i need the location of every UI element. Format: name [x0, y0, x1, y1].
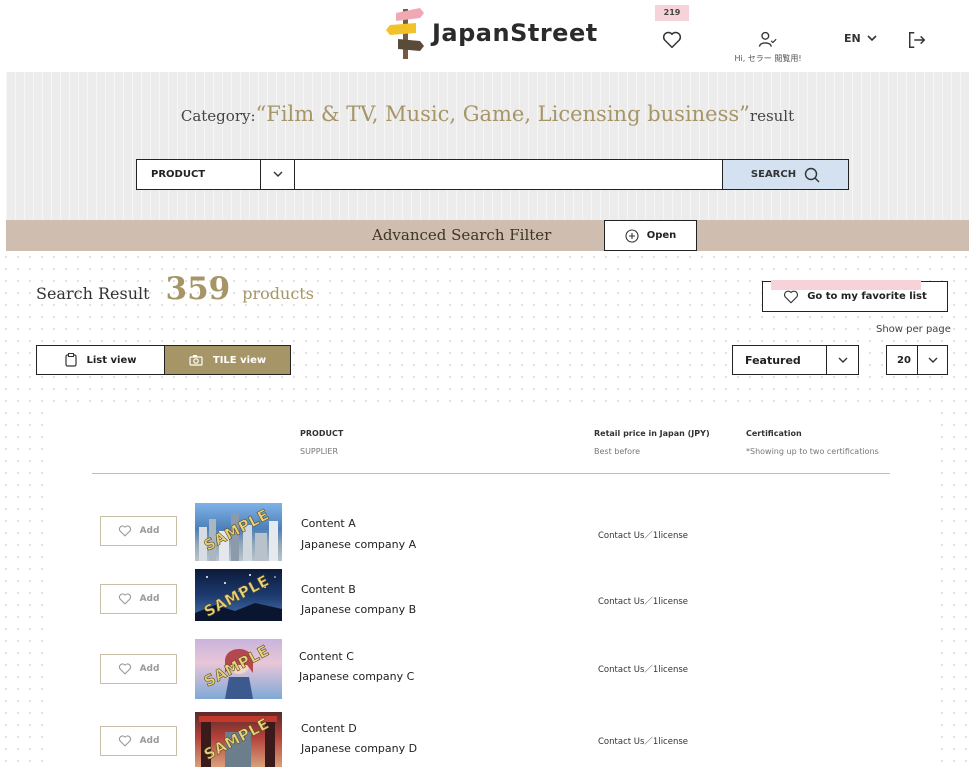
- product-price: Contact Us／1license: [598, 665, 689, 675]
- camera-icon: [189, 355, 203, 366]
- header-divider: [92, 473, 890, 474]
- per-page-select[interactable]: 20: [886, 345, 948, 375]
- column-header-price: Retail price in Japan (JPY): [594, 429, 710, 438]
- advanced-filter-open-label: Open: [646, 230, 677, 241]
- brand-name: JapanStreet: [432, 19, 598, 47]
- column-header-best-before: Best before: [594, 447, 641, 456]
- product-thumbnail[interactable]: SAMPLE: [195, 639, 282, 699]
- go-to-favorite-list-button[interactable]: Go to my favorite list: [762, 280, 948, 312]
- signpost-icon: [386, 8, 424, 59]
- product-name[interactable]: Content D: [301, 722, 357, 735]
- heart-icon: [118, 663, 131, 675]
- heart-icon: [118, 593, 131, 605]
- sort-select[interactable]: Featured: [732, 345, 859, 375]
- add-to-favorites-button[interactable]: Add: [100, 584, 177, 614]
- favorites-count-badge: 219: [655, 5, 689, 21]
- user-check-icon: [758, 31, 777, 47]
- advanced-filter-bar: Advanced Search Filter Open: [6, 220, 969, 251]
- heart-icon: [662, 31, 682, 49]
- add-label: Add: [139, 664, 160, 674]
- search-type-select[interactable]: PRODUCT: [137, 160, 295, 189]
- chevron-down-icon: [273, 171, 282, 177]
- column-header-certification-note: *Showing up to two certifications: [746, 447, 879, 456]
- tile-view-label: TILE view: [212, 354, 267, 366]
- product-supplier: Japanese company A: [301, 538, 417, 551]
- product-table: PRODUCT SUPPLIER Retail price in Japan (…: [46, 407, 934, 767]
- add-label: Add: [139, 594, 160, 604]
- sort-dropdown-toggle[interactable]: [826, 346, 858, 374]
- add-to-favorites-button[interactable]: Add: [100, 516, 177, 546]
- results-section: Search Result 359 products Go to my favo…: [0, 251, 969, 767]
- heart-icon: [118, 735, 131, 747]
- user-greeting: Hi, セラー 閲覧用!: [734, 54, 802, 63]
- table-row: Add SAMPLE Content B Japanese company B …: [46, 569, 934, 631]
- table-row: Add SAMPLE Content C Japanese company C …: [46, 637, 934, 699]
- user-account-button[interactable]: Hi, セラー 閲覧用!: [722, 28, 814, 68]
- result-count: 359: [165, 271, 231, 307]
- search-type-dropdown-toggle[interactable]: [260, 160, 294, 189]
- product-thumbnail[interactable]: SAMPLE: [195, 503, 282, 561]
- category-suffix: result: [749, 107, 795, 125]
- product-supplier: Japanese company C: [299, 670, 415, 683]
- per-page-value: 20: [897, 354, 911, 366]
- result-summary: Search Result 359 products: [36, 271, 314, 307]
- add-to-favorites-button[interactable]: Add: [100, 654, 177, 684]
- result-label: Search Result: [36, 284, 150, 303]
- language-label: EN: [844, 32, 861, 45]
- product-thumbnail[interactable]: SAMPLE: [195, 569, 282, 621]
- search-button[interactable]: SEARCH: [722, 160, 848, 189]
- clipboard-icon: [64, 353, 77, 367]
- column-header-supplier: SUPPLIER: [300, 447, 339, 456]
- plus-circle-icon: [625, 228, 639, 243]
- logout-icon[interactable]: [906, 30, 928, 50]
- column-header-certification: Certification: [746, 429, 802, 438]
- view-toggle: List view TILE view: [36, 345, 291, 375]
- search-type-value: PRODUCT: [151, 169, 206, 180]
- search-input[interactable]: [295, 160, 722, 189]
- category-search-band: Category:“Film & TV, Music, Game, Licens…: [6, 72, 969, 220]
- site-header: JapanStreet 219 Hi, セラー 閲覧用! EN: [0, 0, 969, 72]
- per-page-dropdown-toggle[interactable]: [917, 346, 947, 374]
- chevron-down-icon: [867, 35, 877, 42]
- table-row: Add SAMPLE Content D Japanese company D …: [46, 709, 934, 767]
- category-prefix: Category:: [180, 107, 256, 125]
- product-price: Contact Us／1license: [598, 531, 689, 541]
- advanced-filter-open-button[interactable]: Open: [604, 220, 697, 251]
- favorite-list-label: Go to my favorite list: [807, 291, 927, 302]
- search-button-label: SEARCH: [750, 169, 797, 180]
- add-label: Add: [139, 736, 160, 746]
- heart-icon: [784, 290, 799, 303]
- favorites-button[interactable]: 219: [652, 5, 692, 51]
- list-view-button[interactable]: List view: [37, 346, 164, 374]
- language-selector[interactable]: EN: [844, 32, 877, 45]
- product-price: Contact Us／1license: [598, 597, 689, 607]
- product-thumbnail[interactable]: SAMPLE: [195, 712, 282, 767]
- product-supplier: Japanese company B: [301, 603, 417, 616]
- search-bar: PRODUCT SEARCH: [136, 159, 849, 190]
- add-label: Add: [139, 526, 160, 536]
- column-header-product: PRODUCT: [300, 429, 344, 438]
- table-row: Add SAMPLE Content A Japanese company A …: [46, 501, 934, 563]
- category-name: “Film & TV, Music, Game, Licensing busin…: [255, 102, 750, 126]
- heart-icon: [118, 525, 131, 537]
- search-icon: [804, 167, 820, 182]
- show-per-page-label: Show per page: [876, 324, 951, 335]
- sort-value: Featured: [745, 353, 801, 367]
- list-view-label: List view: [86, 354, 137, 366]
- tile-view-button[interactable]: TILE view: [164, 346, 290, 374]
- chevron-down-icon: [928, 357, 937, 363]
- chevron-down-icon: [838, 357, 847, 363]
- product-name[interactable]: Content A: [301, 517, 356, 530]
- product-name[interactable]: Content C: [299, 650, 354, 663]
- advanced-filter-title: Advanced Search Filter: [372, 226, 552, 244]
- brand-logo[interactable]: JapanStreet: [386, 4, 598, 62]
- category-heading: Category:“Film & TV, Music, Game, Licens…: [6, 102, 969, 126]
- product-name[interactable]: Content B: [301, 583, 356, 596]
- result-unit: products: [242, 284, 314, 303]
- product-supplier: Japanese company D: [301, 742, 418, 755]
- product-price: Contact Us／1license: [598, 737, 689, 747]
- add-to-favorites-button[interactable]: Add: [100, 726, 177, 756]
